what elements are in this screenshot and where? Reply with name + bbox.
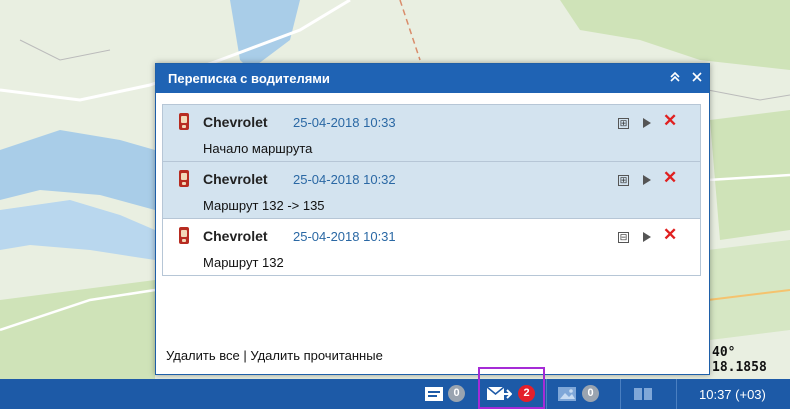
- clock: 10:37 (+03): [699, 387, 766, 402]
- taskbar-divider: [676, 379, 677, 409]
- taskbar-divider: [546, 379, 547, 409]
- notes-count-badge: 0: [448, 385, 465, 402]
- phone-icon: [179, 227, 189, 244]
- delete-read-link[interactable]: Удалить прочитанные: [250, 348, 382, 363]
- play-icon[interactable]: [643, 118, 651, 128]
- delete-icon[interactable]: ✕: [663, 111, 677, 131]
- message-text: Маршрут 132 -> 135: [203, 198, 325, 213]
- images-icon[interactable]: [557, 386, 577, 405]
- layout-icon[interactable]: [633, 386, 653, 405]
- message-item[interactable]: Chevrolet 25-04-2018 10:33 ⊞ ✕ Начало ма…: [163, 105, 700, 162]
- coordinate-readout: 40° 18.1858: [712, 345, 767, 375]
- message-item[interactable]: Chevrolet 25-04-2018 10:32 ⊞ ✕ Маршрут 1…: [163, 162, 700, 219]
- message-text: Начало маршрута: [203, 141, 313, 156]
- expand-icon[interactable]: ⊞: [618, 175, 629, 186]
- taskbar-divider: [620, 379, 621, 409]
- messages-count-badge: 2: [518, 385, 535, 402]
- message-date: 25-04-2018 10:33: [293, 115, 396, 130]
- message-item[interactable]: Chevrolet 25-04-2018 10:31 ⊟ ✕ Маршрут 1…: [163, 219, 700, 274]
- dialog-title: Переписка с водителями: [168, 71, 330, 86]
- delete-icon[interactable]: ✕: [663, 168, 677, 188]
- play-icon[interactable]: [643, 232, 651, 242]
- expand-icon[interactable]: ⊞: [618, 118, 629, 129]
- dialog-header[interactable]: Переписка с водителями: [156, 64, 709, 93]
- images-count-badge: 0: [582, 385, 599, 402]
- delete-all-link[interactable]: Удалить все: [166, 348, 240, 363]
- collapse-message-icon[interactable]: ⊟: [618, 232, 629, 243]
- dialog-footer: Удалить все | Удалить прочитанные: [166, 348, 383, 363]
- collapse-icon[interactable]: [666, 69, 684, 87]
- phone-icon: [179, 170, 189, 187]
- message-sender: Chevrolet: [203, 171, 268, 187]
- message-sender: Chevrolet: [203, 114, 268, 130]
- phone-icon: [179, 113, 189, 130]
- messages-icon[interactable]: [486, 386, 513, 405]
- notes-icon[interactable]: [424, 386, 444, 405]
- message-date: 25-04-2018 10:31: [293, 229, 396, 244]
- footer-separator: |: [239, 348, 251, 363]
- delete-icon[interactable]: ✕: [663, 225, 677, 245]
- message-sender: Chevrolet: [203, 228, 268, 244]
- message-date: 25-04-2018 10:32: [293, 172, 396, 187]
- message-list: Chevrolet 25-04-2018 10:33 ⊞ ✕ Начало ма…: [162, 104, 701, 276]
- message-text: Маршрут 132: [203, 255, 284, 270]
- close-icon[interactable]: [688, 69, 706, 87]
- play-icon[interactable]: [643, 175, 651, 185]
- driver-messages-dialog: Переписка с водителями Chevrolet 25-04-2…: [155, 63, 710, 375]
- taskbar: 0 2 0 10:37 (+03): [0, 379, 790, 409]
